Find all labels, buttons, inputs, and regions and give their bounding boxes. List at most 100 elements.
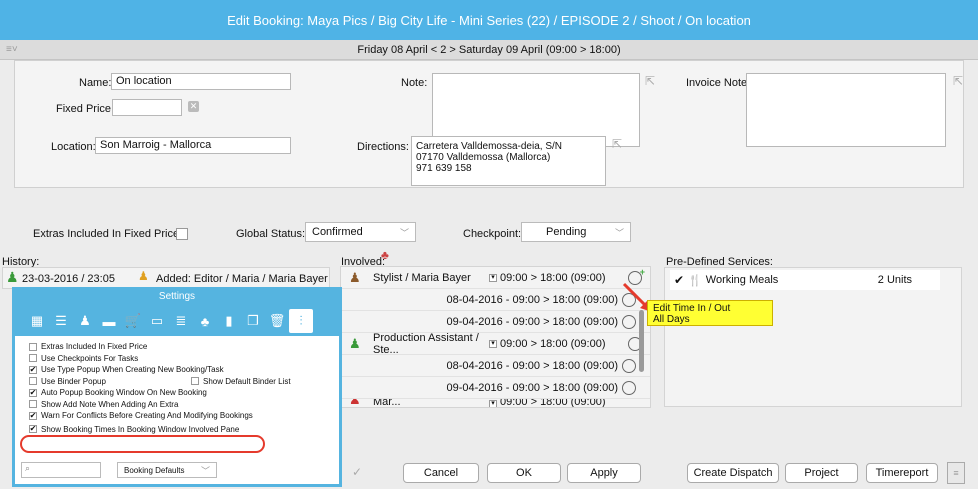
settings-option[interactable]: ✔ Show Booking Times In Booking Window In… [29,424,339,436]
involved-row[interactable]: ♟ Production Assistant / Ste... ▾ 09:00 > 1… [341,332,650,356]
person-icon: ♟ [6,269,19,285]
involved-time: 09:00 > 18:00 (09:00) [500,399,606,408]
chevron-down-icon: ﹀ [399,227,409,238]
person-icon[interactable]: ♟ [73,309,97,333]
checkpoint-label: Checkpoint: [463,228,522,240]
checkbox[interactable] [29,342,37,351]
involved-date-time: 09-04-2016 - 09:00 > 18:00 (09:00) [446,315,618,328]
expand-invoice-note-icon[interactable]: ⇱ [953,74,963,88]
chevron-down-icon[interactable]: ▾ [489,339,497,348]
timereport-button[interactable]: Timereport [866,463,938,483]
chevron-down-icon[interactable]: ▾ [489,400,497,407]
project-button[interactable]: Project [785,463,858,483]
involved-row[interactable]: ♟ Production Manager / Mar... ▾09:00 > 18:… [341,399,650,408]
checkbox[interactable]: ✔ [29,425,37,434]
sliders-icon[interactable]: ⫶ [289,309,313,333]
list-icon[interactable]: ≣ [169,309,193,333]
directions-label: Directions: [357,141,409,153]
involved-date-row[interactable]: 08-04-2016 - 09:00 > 18:00 (09:00) [341,289,650,311]
edit-time-tooltip: Edit Time In / Out All Days [647,300,773,326]
trash-icon[interactable]: 🗑 [265,309,289,333]
location-field[interactable]: Son Marroig - Mallorca [95,137,291,154]
copy-icon[interactable]: ❐ [241,309,265,333]
note-label: Note: [401,77,428,89]
apply-button[interactable]: Apply [567,463,641,483]
settings-option[interactable]: ✔ Auto Popup Booking Window On New Bookin… [29,387,339,399]
directions-line: Carretera Valldemossa-deia, S/N [416,141,562,152]
document-icon[interactable]: ▮ [217,309,241,333]
checkbox[interactable]: ✔ [29,365,37,374]
clock-edit-icon[interactable] [622,380,636,395]
option-label: Warn For Conflicts Before Creating And M… [41,411,253,421]
checkpoint-select[interactable]: Pending ﹀ [521,222,631,242]
menu-icon[interactable]: ≡˅ [6,44,18,55]
name-field[interactable]: On location [111,73,291,90]
involved-name: Stylist / Maria Bayer [373,271,471,284]
clock-edit-icon[interactable] [622,314,636,329]
defaults-value: Booking Defaults [124,465,185,475]
briefcase-icon[interactable]: ▬ [97,309,121,333]
checkbox[interactable] [29,400,37,409]
invoice-note-field[interactable] [746,73,946,147]
involved-time: 09:00 > 18:00 (09:00) [500,337,606,350]
fixed-price-field[interactable] [112,99,182,116]
settings-toolbar: ▦ ☰ ♟ ▬ 🛒 ▭ ≣ ♣ ▮ ❐ 🗑 ⫶ [15,306,339,336]
settings-option[interactable]: Show Add Note When Adding An Extra [29,399,339,411]
document-icon[interactable]: ≡ [947,462,965,484]
clear-price-icon[interactable]: ✕ [188,101,199,112]
checkbox[interactable] [29,354,37,363]
settings-option[interactable]: ✔ Warn For Conflicts Before Creating And … [29,410,339,422]
card-icon[interactable]: ▭ [145,309,169,333]
defaults-select[interactable]: Booking Defaults ﹀ [117,462,217,478]
checkmark-icon[interactable]: ✓ [352,465,362,479]
add-involved-icon[interactable]: ♣ [381,248,389,262]
fixed-price-label: Fixed Price: [56,103,115,115]
cart-icon[interactable]: 🛒 [121,309,145,333]
expand-directions-icon[interactable]: ⇱ [612,137,622,151]
cutlery-icon: 🍴 [688,274,702,287]
involved-list: ♟ Stylist / Maria Bayer ▾ 09:00 > 18:00 (09… [340,266,651,408]
settings-option[interactable]: Use Binder Popup Show Default Binder List [29,376,339,388]
clock-edit-icon[interactable] [622,358,636,373]
checkmark-icon[interactable]: ✔ [674,273,684,287]
checkpoint-value: Pending [546,226,587,238]
involved-date-row[interactable]: 09-04-2016 - 09:00 > 18:00 (09:00) [341,311,650,333]
option-label: Show Add Note When Adding An Extra [41,399,179,409]
involved-date-time: 08-04-2016 - 09:00 > 18:00 (09:00) [446,359,618,372]
calendar-icon[interactable]: ▦ [25,309,49,333]
search-input[interactable]: ⌕ [21,462,101,478]
option-label: Use Checkpoints For Tasks [41,353,139,363]
involved-date-row[interactable]: 08-04-2016 - 09:00 > 18:00 (09:00) [341,355,650,377]
checkbox[interactable] [191,377,199,386]
tasks-icon[interactable]: ☰ [49,309,73,333]
directions-field[interactable]: Carretera Valldemossa-deia, S/N 07170 Va… [411,136,606,186]
cancel-button[interactable]: Cancel [403,463,479,483]
search-icon: ⌕ [25,463,31,473]
date-range[interactable]: Friday 08 April < 2 > Saturday 09 April … [0,40,978,60]
involved-row[interactable]: ♟ Stylist / Maria Bayer ▾ 09:00 > 18:00 (09… [341,267,650,289]
group-icon[interactable]: ♣ [193,309,217,333]
tooltip-line: All Days [653,314,690,325]
settings-option[interactable]: Use Checkpoints For Tasks [29,353,339,365]
global-status-select[interactable]: Confirmed ﹀ [305,222,416,242]
involved-date-row[interactable]: 09-04-2016 - 09:00 > 18:00 (09:00) [341,377,650,399]
settings-title: Settings [15,290,339,306]
settings-option[interactable]: ✔ Use Type Popup When Creating New Bookin… [29,364,339,376]
option-label: Extras Included In Fixed Price [41,342,148,352]
ok-button[interactable]: OK [487,463,561,483]
service-row[interactable]: ✔ 🍴 Working Meals 2 Units [670,270,940,290]
create-dispatch-button[interactable]: Create Dispatch [687,463,779,483]
involved-scrollbar[interactable] [639,310,644,372]
extras-checkbox[interactable] [176,228,188,240]
expand-note-icon[interactable]: ⇱ [645,74,655,88]
checkbox[interactable]: ✔ [29,388,37,397]
checkbox[interactable] [29,377,37,386]
option-label: Show Default Binder List [203,376,291,386]
person-icon: ♟ [349,269,361,285]
option-label: Auto Popup Booking Window On New Booking [41,388,207,398]
checkbox[interactable]: ✔ [29,411,37,420]
chevron-down-icon: ﹀ [200,465,210,476]
settings-option[interactable]: Extras Included In Fixed Price [29,341,339,353]
global-status-value: Confirmed [312,226,363,238]
chevron-down-icon[interactable]: ▾ [489,273,497,282]
